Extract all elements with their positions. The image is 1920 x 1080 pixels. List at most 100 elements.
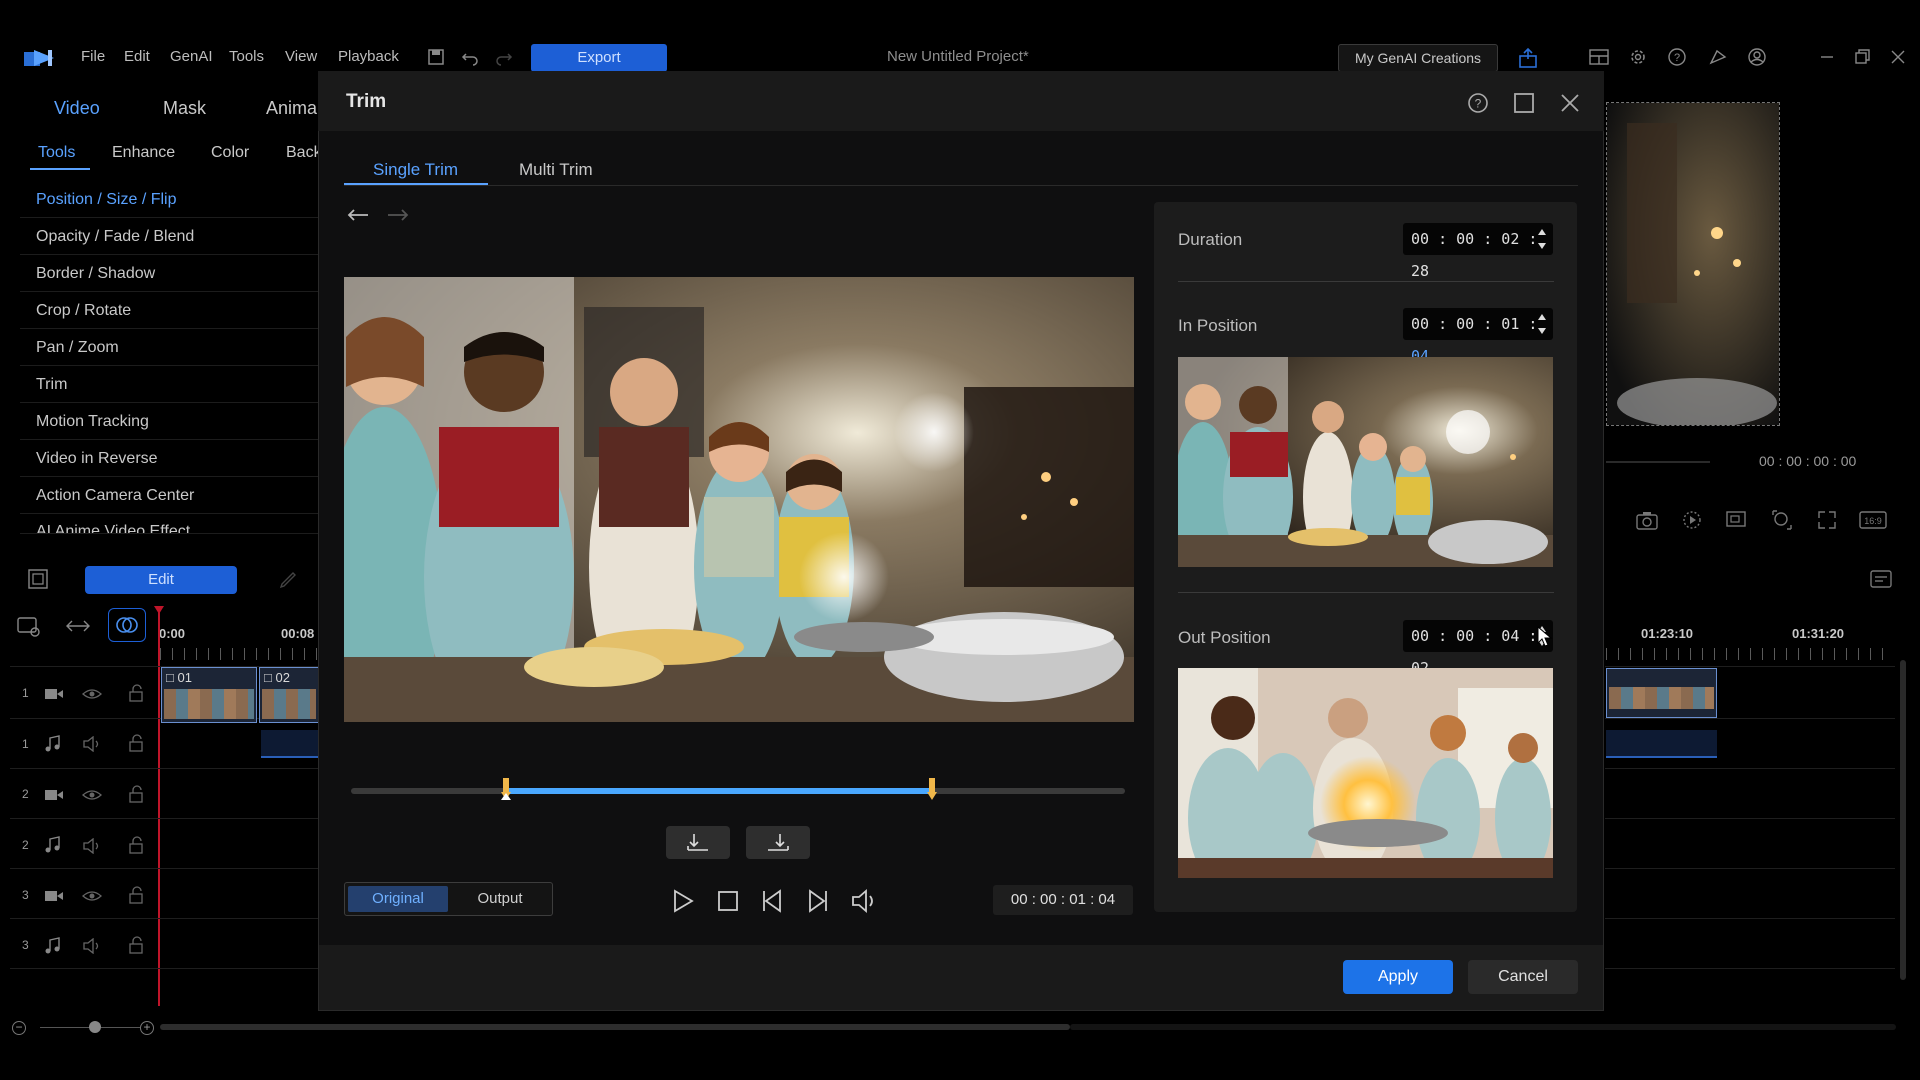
fullscreen-icon[interactable]	[1815, 508, 1839, 532]
app-logo[interactable]	[22, 48, 56, 68]
in-position-field[interactable]: 00 : 00 : 01 : 04	[1403, 308, 1553, 365]
in-position-spinner[interactable]	[1537, 312, 1547, 347]
speaker-icon[interactable]	[82, 735, 102, 753]
restore-icon[interactable]	[1852, 47, 1872, 67]
settings-icon[interactable]	[1628, 47, 1648, 67]
tool-opacity-fade-blend[interactable]: Opacity / Fade / Blend	[20, 218, 320, 255]
dialog-help-icon[interactable]: ?	[1466, 91, 1490, 115]
original-option[interactable]: Original	[348, 886, 448, 912]
apply-button[interactable]: Apply	[1343, 960, 1453, 994]
timeline-scrollbar-track[interactable]	[1070, 1024, 1896, 1030]
minimize-icon[interactable]	[1817, 47, 1837, 67]
eye-icon[interactable]	[82, 787, 102, 803]
tool-position-size-flip[interactable]: Position / Size / Flip	[20, 181, 320, 218]
play-icon[interactable]	[670, 888, 696, 914]
fit-timeline-icon[interactable]	[64, 614, 92, 638]
subtab-color[interactable]: Color	[211, 144, 249, 162]
volume-icon[interactable]	[850, 888, 878, 914]
menu-genai[interactable]: GenAI	[170, 48, 213, 65]
cancel-button[interactable]: Cancel	[1468, 960, 1578, 994]
output-option[interactable]: Output	[450, 886, 550, 912]
camera-icon[interactable]	[1634, 508, 1660, 532]
quality-icon[interactable]	[1680, 508, 1704, 532]
zoom-preview-icon[interactable]	[1770, 508, 1794, 532]
tool-motion-tracking[interactable]: Motion Tracking	[20, 403, 320, 440]
dialog-close-icon[interactable]	[1558, 91, 1582, 115]
timeline-scrollbar[interactable]	[160, 1024, 1070, 1030]
zoom-in-icon[interactable]: +	[140, 1021, 154, 1035]
playhead-handle[interactable]	[154, 606, 164, 614]
speaker-icon[interactable]	[82, 837, 102, 855]
eye-icon[interactable]	[82, 888, 102, 904]
mark-in-button[interactable]	[666, 826, 730, 859]
timeline-clip[interactable]: □ 02	[259, 667, 319, 723]
out-position-field[interactable]: 00 : 00 : 04 : 02	[1403, 620, 1553, 677]
stop-icon[interactable]	[716, 889, 740, 913]
timeline-clip-right[interactable]	[1606, 668, 1717, 718]
lock-icon[interactable]	[128, 835, 144, 855]
zoom-slider-thumb[interactable]	[89, 1021, 101, 1033]
audio-clip-right[interactable]	[1606, 730, 1717, 758]
lock-icon[interactable]	[128, 784, 144, 804]
feedback-icon[interactable]	[1707, 47, 1727, 67]
subtab-tools[interactable]: Tools	[38, 144, 75, 162]
lock-icon[interactable]	[128, 733, 144, 753]
lock-icon[interactable]	[128, 683, 144, 703]
menu-tools[interactable]: Tools	[229, 48, 264, 65]
previous-frame-icon[interactable]	[760, 888, 786, 914]
in-position-marker[interactable]	[500, 778, 511, 802]
eye-icon[interactable]	[82, 686, 102, 702]
tool-crop-rotate[interactable]: Crop / Rotate	[20, 292, 320, 329]
overlay-icon[interactable]	[1724, 508, 1748, 532]
dialog-maximize-icon[interactable]	[1512, 91, 1536, 115]
pen-icon[interactable]	[276, 568, 300, 592]
preview-scrub-bar[interactable]	[1606, 461, 1710, 463]
account-icon[interactable]	[1747, 47, 1767, 67]
duration-field[interactable]: 00 : 00 : 02 : 28	[1403, 223, 1553, 280]
subtab-enhance[interactable]: Enhance	[112, 144, 175, 162]
layout-icon[interactable]	[1588, 47, 1609, 67]
speaker-icon[interactable]	[82, 937, 102, 955]
menu-playback[interactable]: Playback	[338, 48, 399, 65]
export-button[interactable]: Export	[531, 44, 667, 72]
menu-file[interactable]: File	[81, 48, 105, 65]
magnetic-snap-button[interactable]	[108, 608, 146, 642]
menu-view[interactable]: View	[285, 48, 317, 65]
window-close-icon[interactable]	[1888, 47, 1908, 67]
tool-border-shadow[interactable]: Border / Shadow	[20, 255, 320, 292]
next-frame-icon[interactable]	[804, 888, 830, 914]
my-genai-creations-button[interactable]: My GenAI Creations	[1338, 44, 1498, 72]
tool-action-camera-center[interactable]: Action Camera Center	[20, 477, 320, 514]
timeline-tracks-icon[interactable]	[14, 612, 42, 640]
aspect-ratio-icon[interactable]: 16:9	[1858, 508, 1888, 532]
edit-button[interactable]: Edit	[85, 566, 237, 594]
tool-trim[interactable]: Trim	[20, 366, 320, 403]
duration-spinner[interactable]	[1537, 227, 1547, 262]
lock-icon[interactable]	[128, 885, 144, 905]
timeline-view-icon[interactable]	[1868, 566, 1896, 592]
out-position-marker[interactable]	[926, 778, 937, 802]
help-icon[interactable]: ?	[1667, 47, 1687, 67]
audio-clip[interactable]	[261, 730, 319, 758]
tab-mask[interactable]: Mask	[163, 98, 206, 119]
media-library-icon[interactable]	[26, 567, 50, 591]
tab-multi-trim[interactable]: Multi Trim	[519, 160, 593, 180]
zoom-out-icon[interactable]: −	[12, 1021, 26, 1035]
tool-ai-anime-video-effect[interactable]: AI Anime Video Effect	[20, 514, 320, 534]
mark-out-button[interactable]	[746, 826, 810, 859]
tab-single-trim[interactable]: Single Trim	[373, 160, 458, 180]
save-icon[interactable]	[426, 47, 446, 67]
lock-icon[interactable]	[128, 935, 144, 955]
tab-animation[interactable]: Anima	[266, 98, 317, 119]
trim-undo-icon[interactable]	[346, 204, 372, 226]
tool-pan-zoom[interactable]: Pan / Zoom	[20, 329, 320, 366]
subtab-background[interactable]: Back	[286, 144, 322, 162]
trim-redo-icon[interactable]	[384, 204, 410, 226]
share-icon[interactable]	[1517, 47, 1537, 68]
redo-icon[interactable]	[494, 47, 514, 67]
menu-edit[interactable]: Edit	[124, 48, 150, 65]
undo-icon[interactable]	[460, 47, 480, 67]
tool-video-in-reverse[interactable]: Video in Reverse	[20, 440, 320, 477]
timeline-clip[interactable]: □ 01	[161, 667, 257, 723]
vertical-scrollbar[interactable]	[1900, 660, 1906, 980]
